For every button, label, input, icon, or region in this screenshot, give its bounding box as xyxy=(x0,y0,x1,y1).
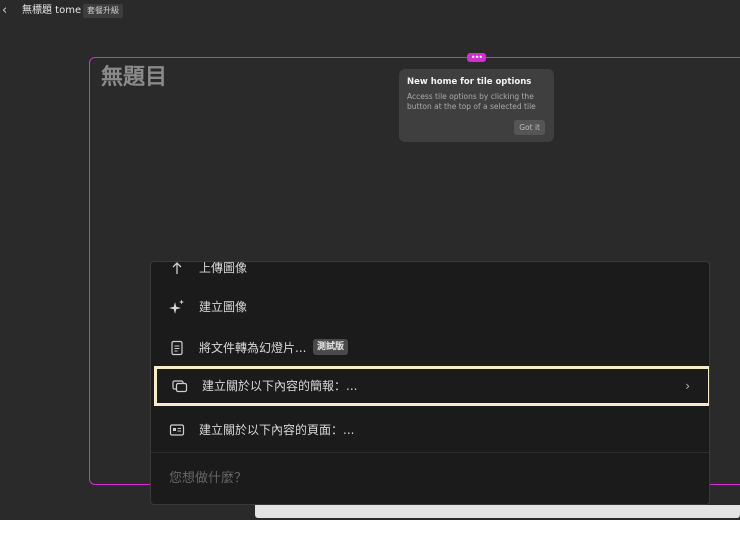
beta-badge: 測試版 xyxy=(313,339,349,355)
menu-item-label: 建立關於以下內容的簡報：... xyxy=(202,379,358,393)
document-icon xyxy=(169,340,185,356)
menu-item-doc-to-slides[interactable]: 將文件轉為幻燈片... 測試版 xyxy=(151,330,709,366)
tooltip-title: New home for tile options xyxy=(407,77,532,87)
page-card-icon xyxy=(169,422,185,438)
selection-strip xyxy=(255,505,740,518)
tooltip-body: Access tile options by clicking the butt… xyxy=(407,92,536,111)
menu-item-label: 將文件轉為幻燈片... xyxy=(199,341,307,355)
menu-item-create-page[interactable]: 建立關於以下內容的頁面：... xyxy=(151,412,709,448)
chevron-right-icon: › xyxy=(685,379,690,393)
sparkle-icon xyxy=(169,299,185,315)
command-menu: 上傳圖像 建立圖像 將文件轉為幻燈片... 測試版 建立關於以下內容的簡報：..… xyxy=(150,261,710,505)
tile-heading[interactable]: 無題目 xyxy=(101,64,167,92)
document-title[interactable]: 無標題 tome xyxy=(22,4,81,18)
menu-item-label: 建立圖像 xyxy=(199,300,248,314)
upload-icon xyxy=(169,262,185,276)
upgrade-badge[interactable]: 套餐升級 xyxy=(83,4,123,18)
app-window: ‹ 無標題 tome 套餐升級 ••• 無題目 New home for til… xyxy=(0,0,740,520)
menu-divider xyxy=(151,452,709,453)
prompt-input[interactable]: 您想做什麼？ xyxy=(169,471,247,487)
more-dots-icon[interactable]: ••• xyxy=(467,53,486,62)
tile-options-tooltip: New home for tile options Access tile op… xyxy=(399,69,554,142)
menu-item-label: 建立關於以下內容的頁面：... xyxy=(199,423,355,437)
chevron-left-icon[interactable]: ‹ xyxy=(2,3,14,19)
got-it-button[interactable]: Got it xyxy=(514,120,545,135)
slides-icon xyxy=(172,378,188,394)
menu-item-label: 上傳圖像 xyxy=(199,261,248,275)
menu-item-upload-image[interactable]: 上傳圖像 xyxy=(151,261,709,286)
top-bar: ‹ 無標題 tome 套餐升級 xyxy=(0,0,740,24)
menu-item-create-presentation[interactable]: 建立關於以下內容的簡報：... › xyxy=(154,366,709,406)
menu-item-create-image[interactable]: 建立圖像 xyxy=(151,289,709,325)
